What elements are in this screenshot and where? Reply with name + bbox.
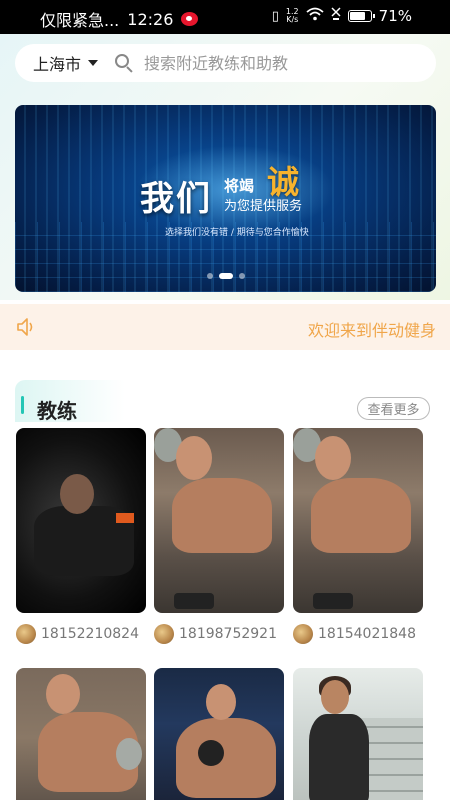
avatar	[293, 624, 313, 644]
avatar	[154, 624, 174, 644]
coach-phone: 18198752921	[179, 626, 277, 642]
section-title: 教练	[37, 399, 77, 423]
banner-headline: 我们	[140, 179, 212, 219]
network-speed: 1.2 K/s	[285, 7, 299, 24]
coach-card-3[interactable]	[293, 428, 423, 613]
coach-info-2: 18198752921	[154, 623, 277, 645]
search-icon	[114, 53, 134, 73]
signal-off-icon	[331, 7, 341, 25]
coach-phone: 18152210824	[41, 626, 139, 642]
search-bar: 上海市	[15, 44, 436, 82]
notice-bar: 欢迎来到伴动健身	[0, 304, 450, 350]
promo-banner[interactable]: 我们 将竭 诚 为您提供服务 选择我们没有错 / 期待与您合作愉快	[15, 105, 436, 292]
status-left: 仅限紧急... 12:26	[40, 7, 199, 31]
coach-info-1: 18152210824	[16, 623, 139, 645]
coach-photo	[309, 714, 369, 800]
status-right: ▯ 1.2 K/s 71%	[272, 7, 412, 25]
view-more-button[interactable]: 查看更多	[357, 397, 430, 420]
battery-icon	[347, 10, 375, 22]
banner-tagline: 选择我们没有错 / 期待与您合作愉快	[165, 228, 309, 238]
caret-down-icon	[88, 60, 99, 66]
search-input[interactable]	[144, 53, 425, 73]
banner-subheadline: 为您提供服务	[224, 199, 303, 214]
city-label: 上海市	[33, 55, 82, 74]
coach-card-2[interactable]	[154, 428, 284, 613]
city-selector[interactable]: 上海市	[33, 51, 99, 75]
coach-card-4[interactable]	[16, 668, 146, 800]
coach-card-1[interactable]	[16, 428, 146, 613]
battery-percent: 71%	[378, 7, 412, 25]
coach-phone: 18154021848	[318, 626, 416, 642]
coach-card-6[interactable]	[293, 668, 423, 800]
banner-headline-mid: 将竭	[224, 177, 255, 195]
notification-text: 仅限紧急...	[40, 11, 120, 30]
coach-photo	[311, 478, 411, 553]
section-accent-bar	[21, 396, 24, 414]
coach-photo	[176, 718, 276, 798]
vibrate-icon: ▯	[271, 8, 279, 24]
banner-pagination	[15, 273, 436, 279]
coach-card-5[interactable]	[154, 668, 284, 800]
notice-text: 欢迎来到伴动健身	[307, 321, 436, 340]
coach-info-3: 18154021848	[293, 623, 416, 645]
status-bar: 仅限紧急... 12:26 ▯ 1.2 K/s 71%	[0, 0, 450, 34]
banner-dot[interactable]	[238, 273, 245, 279]
clock: 12:26	[127, 9, 174, 29]
banner-dot-active[interactable]	[218, 273, 233, 279]
speaker-icon	[16, 316, 40, 338]
wifi-icon	[306, 7, 324, 25]
coach-photo	[172, 478, 272, 553]
weibo-icon	[181, 12, 199, 26]
banner-dot[interactable]	[206, 273, 213, 279]
avatar	[16, 624, 36, 644]
